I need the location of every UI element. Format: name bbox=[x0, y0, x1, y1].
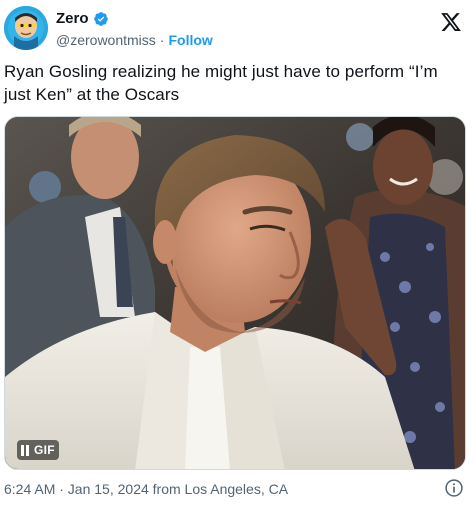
tweet-text: Ryan Gosling realizing he might just hav… bbox=[4, 60, 466, 106]
author-display-name[interactable]: Zero bbox=[56, 10, 89, 27]
tweet-text-line: just Ken” at the Oscars bbox=[4, 85, 180, 104]
gif-controls[interactable]: GIF bbox=[17, 440, 59, 460]
author-name-row: Zero bbox=[56, 10, 109, 27]
tweet-footer: 6:24 AM · Jan 15, 2024 from Los Angeles,… bbox=[4, 478, 466, 500]
avatar[interactable] bbox=[4, 6, 48, 50]
tweet-header: Zero @zerowontmiss · Follow bbox=[0, 0, 474, 56]
author-handle[interactable]: @zerowontmiss bbox=[56, 32, 156, 48]
x-logo-icon[interactable] bbox=[440, 11, 462, 33]
gif-media[interactable]: GIF bbox=[4, 116, 466, 470]
pause-icon[interactable] bbox=[21, 444, 29, 456]
tweet-timestamp[interactable]: 6:24 AM · Jan 15, 2024 from Los Angeles,… bbox=[4, 481, 288, 497]
separator-dot: · bbox=[159, 32, 165, 48]
verified-badge-icon bbox=[93, 11, 109, 27]
info-icon[interactable] bbox=[444, 478, 464, 498]
follow-button[interactable]: Follow bbox=[168, 32, 212, 48]
gif-frame-image bbox=[5, 117, 465, 469]
gif-badge: GIF bbox=[34, 443, 55, 457]
tweet-card: Zero @zerowontmiss · Follow Ryan Gosling… bbox=[0, 0, 474, 508]
author-handle-row: @zerowontmiss · Follow bbox=[56, 32, 213, 48]
tweet-text-line: Ryan Gosling realizing he might just hav… bbox=[4, 62, 438, 81]
